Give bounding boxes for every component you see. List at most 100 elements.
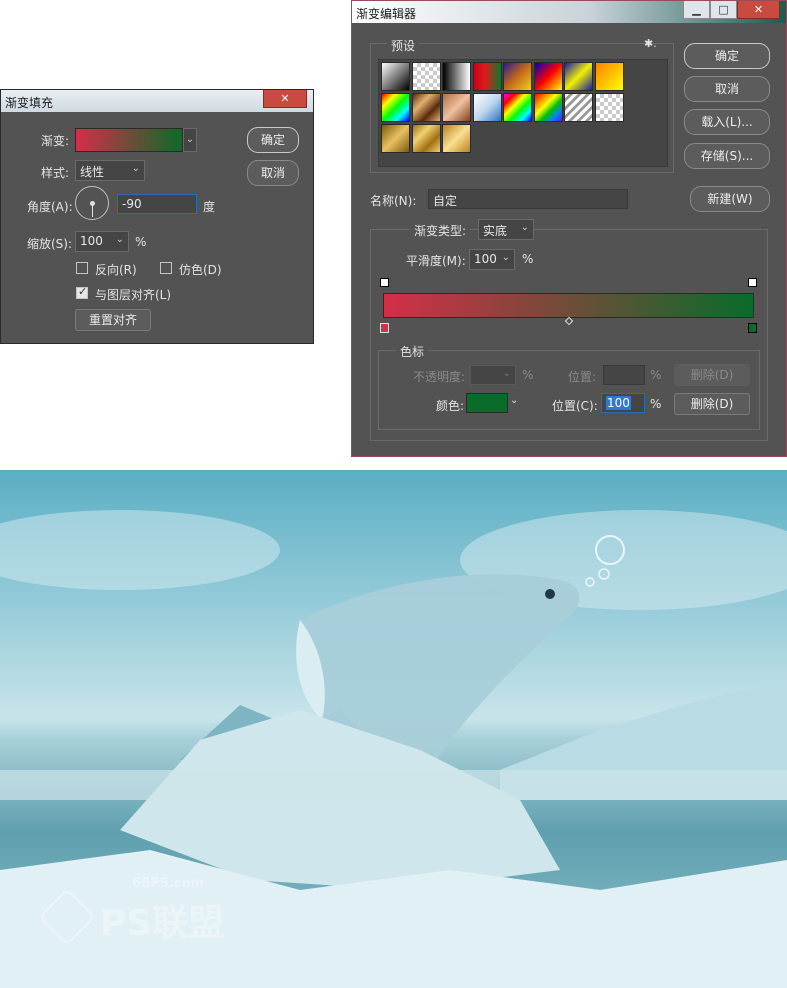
artwork-image: 68PS.com PS联盟 <box>0 470 787 988</box>
gradient-bar[interactable] <box>383 293 754 318</box>
color-stop-left[interactable] <box>380 323 389 333</box>
style-label: 样式: <box>41 166 70 180</box>
fish-eye <box>545 589 555 599</box>
opacity-position-unit: % <box>650 368 662 382</box>
minimize-icon[interactable]: ▁ <box>683 1 710 19</box>
presets-label: 预设 <box>387 37 420 54</box>
scale-value: 100 <box>80 234 103 248</box>
angle-label: 角度(A): <box>27 200 73 214</box>
presets-grid <box>378 59 668 167</box>
angle-unit: 度 <box>203 200 216 214</box>
preset-swatch[interactable] <box>381 93 410 122</box>
preset-swatch[interactable] <box>594 62 624 91</box>
opacity-stop-left[interactable] <box>380 278 389 287</box>
preset-swatch[interactable] <box>503 62 532 91</box>
color-label: 颜色: <box>436 399 465 413</box>
reverse-label: 反向(R) <box>95 263 137 277</box>
color-position-label: 位置(C): <box>552 399 598 413</box>
stops-label: 色标 <box>396 343 429 360</box>
color-stop-right[interactable] <box>748 323 757 333</box>
opacity-unit: % <box>522 368 534 382</box>
gradient-dropdown-arrow[interactable]: ⌄ <box>183 128 197 152</box>
opacity-position-input[interactable] <box>603 365 645 385</box>
color-delete-button[interactable]: 删除(D) <box>674 393 750 415</box>
preset-swatch[interactable] <box>381 62 410 91</box>
cancel-button[interactable]: 取消 <box>684 76 770 102</box>
color-position-unit: % <box>650 397 662 411</box>
dither-label: 仿色(D) <box>179 263 222 277</box>
gradient-editor-title: 渐变编辑器 <box>356 7 417 21</box>
ice-water <box>0 770 787 800</box>
smoothness-label: 平滑度(M): <box>406 254 466 268</box>
preset-swatch[interactable] <box>564 93 593 122</box>
watermark-url: 68PS.com <box>132 876 205 891</box>
maximize-icon[interactable]: □ <box>710 1 737 19</box>
watermark-brand: PS联盟 <box>100 903 225 944</box>
preset-swatch[interactable] <box>442 62 471 91</box>
scale-label: 缩放(S): <box>27 237 73 251</box>
color-position-value: 100 <box>606 396 631 410</box>
preset-swatch[interactable] <box>594 93 624 122</box>
gradient-type-select[interactable]: 实底 ⌄ <box>478 219 534 240</box>
preset-swatch[interactable] <box>442 93 471 122</box>
opacity-delete-button[interactable]: 删除(D) <box>674 364 750 386</box>
chevron-down-icon: ⌄ <box>502 368 511 379</box>
preset-swatch[interactable] <box>472 93 502 122</box>
color-position-input[interactable]: 100 <box>601 393 645 413</box>
ok-button[interactable]: 确定 <box>684 43 770 69</box>
smoothness-value: 100 <box>474 252 497 266</box>
preset-swatch[interactable] <box>381 124 410 153</box>
angle-dial[interactable] <box>75 186 109 220</box>
chevron-down-icon[interactable]: ⌄ <box>510 395 518 406</box>
angle-dial-center <box>90 201 95 206</box>
preset-swatch[interactable] <box>411 124 441 153</box>
opacity-select[interactable]: ⌄ <box>470 365 516 385</box>
close-icon[interactable]: ✕ <box>263 90 307 108</box>
scale-select[interactable]: 100 ⌄ <box>75 231 129 252</box>
reverse-checkbox[interactable] <box>76 262 88 274</box>
gradient-label: 渐变: <box>41 134 70 148</box>
preset-swatch[interactable] <box>564 62 593 91</box>
opacity-position-label: 位置: <box>568 370 597 384</box>
gradient-type-label: 渐变类型: <box>410 222 471 239</box>
smoothness-select[interactable]: 100 ⌄ <box>469 249 515 270</box>
load-button[interactable]: 载入(L)... <box>684 109 770 135</box>
chevron-down-icon: ⌄ <box>115 234 124 245</box>
color-swatch[interactable] <box>466 393 508 413</box>
reset-align-button[interactable]: 重置对齐 <box>75 309 151 331</box>
style-select[interactable]: 线性 ⌄ <box>75 160 145 181</box>
angle-input[interactable]: -90 <box>117 194 197 214</box>
preset-swatch[interactable] <box>533 62 563 91</box>
style-value: 线性 <box>80 165 105 179</box>
preset-swatch[interactable] <box>503 93 532 122</box>
opacity-label: 不透明度: <box>413 370 466 384</box>
close-icon[interactable]: ✕ <box>737 1 780 19</box>
chevron-down-icon: ⌄ <box>520 222 529 233</box>
gradient-fill-dialog: 渐变填充 ✕ 渐变: ⌄ 样式: 线性 ⌄ 角度(A): -90 度 缩放(S)… <box>0 89 314 344</box>
dither-checkbox[interactable] <box>160 262 172 274</box>
scale-unit: % <box>135 235 147 249</box>
gradient-picker[interactable] <box>75 128 183 152</box>
stops-group <box>378 350 760 430</box>
new-button[interactable]: 新建(W) <box>690 186 770 212</box>
gradient-type-value: 实底 <box>483 224 508 238</box>
preset-swatch[interactable] <box>442 124 471 153</box>
gear-icon[interactable]: ✱. <box>644 37 657 50</box>
cancel-button[interactable]: 取消 <box>247 160 299 186</box>
chevron-down-icon: ⌄ <box>501 252 510 263</box>
ok-button[interactable]: 确定 <box>247 127 299 153</box>
preset-swatch[interactable] <box>411 93 441 122</box>
save-button[interactable]: 存储(S)... <box>684 143 770 169</box>
name-input[interactable]: 自定 <box>428 189 628 209</box>
opacity-stop-right[interactable] <box>748 278 757 287</box>
preset-swatch[interactable] <box>411 62 441 91</box>
smoothness-unit: % <box>522 252 534 266</box>
chevron-down-icon: ⌄ <box>131 163 140 174</box>
gradient-editor-dialog: 渐变编辑器 ▁ □ ✕ 预设 ✱. 确定 取消 载入(L)... 存储(S)..… <box>351 0 787 457</box>
preset-swatch[interactable] <box>533 93 563 122</box>
name-label: 名称(N): <box>370 194 417 208</box>
preset-swatch[interactable] <box>472 62 502 91</box>
align-with-layer-label: 与图层对齐(L) <box>95 288 172 302</box>
align-with-layer-checkbox[interactable] <box>76 285 88 299</box>
gradient-fill-title: 渐变填充 <box>5 96 54 110</box>
